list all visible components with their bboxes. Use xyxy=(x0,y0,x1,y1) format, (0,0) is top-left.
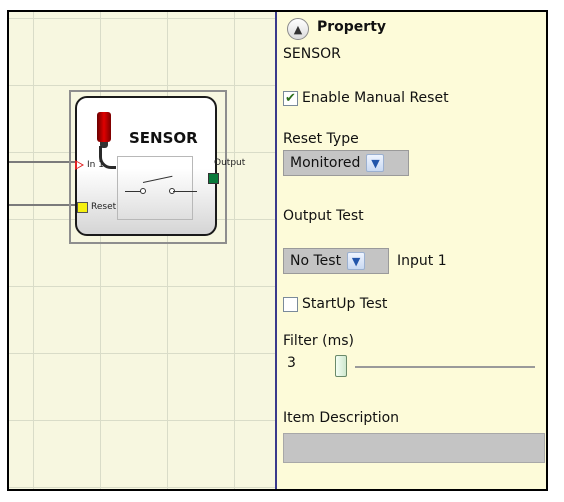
reset-type-label: Reset Type xyxy=(283,131,359,147)
startup-test-row[interactable]: StartUp Test xyxy=(283,296,387,312)
filter-label: Filter (ms) xyxy=(283,333,354,349)
checkmark-icon: ✔ xyxy=(285,90,296,106)
switch-line-right xyxy=(173,191,197,192)
switch-contact-left xyxy=(140,188,146,194)
switch-symbol-box xyxy=(117,156,193,220)
output-test-value: No Test xyxy=(290,253,342,269)
reset-type-value: Monitored xyxy=(290,155,361,171)
output-port[interactable] xyxy=(208,173,219,184)
block-title: SENSOR xyxy=(129,129,198,147)
enable-manual-reset-checkbox[interactable]: ✔ xyxy=(283,90,298,106)
reset-port[interactable] xyxy=(77,202,88,213)
switch-line-left xyxy=(125,191,141,192)
filter-value: 3 xyxy=(287,355,296,371)
reset-type-dropdown[interactable]: Monitored ▼ xyxy=(283,150,409,176)
enable-manual-reset-row[interactable]: ✔ Enable Manual Reset xyxy=(283,90,449,106)
panel-title: Property xyxy=(317,19,387,35)
chevron-up-icon: ▲ xyxy=(293,22,303,36)
component-name: SENSOR xyxy=(283,46,341,62)
sensor-icon xyxy=(97,112,111,148)
item-description-label: Item Description xyxy=(283,410,400,426)
chevron-down-icon[interactable]: ▼ xyxy=(366,154,385,172)
filter-slider-track[interactable] xyxy=(355,366,535,368)
app-window: SENSOR In 1 Reset Output ▲ Property SENS… xyxy=(7,10,548,491)
output-test-input-label: Input 1 xyxy=(397,253,447,269)
chevron-down-icon[interactable]: ▼ xyxy=(347,252,366,270)
input-wire[interactable] xyxy=(9,161,75,163)
output-port-label: Output xyxy=(214,158,246,168)
sensor-block[interactable]: SENSOR In 1 Reset Output xyxy=(75,96,245,236)
item-description-field[interactable] xyxy=(283,433,545,463)
output-test-dropdown[interactable]: No Test ▼ xyxy=(283,248,389,274)
property-panel: ▲ Property SENSOR ✔ Enable Manual Reset … xyxy=(277,12,546,489)
reset-wire[interactable] xyxy=(9,204,75,206)
startup-test-label: StartUp Test xyxy=(302,296,388,312)
filter-slider-thumb[interactable] xyxy=(335,355,347,377)
input-port-arrow-icon[interactable] xyxy=(75,160,84,170)
diagram-canvas[interactable]: SENSOR In 1 Reset Output xyxy=(9,12,275,489)
input-port-label: In 1 xyxy=(87,160,104,170)
startup-test-checkbox[interactable] xyxy=(283,296,298,312)
reset-port-label: Reset xyxy=(91,202,117,212)
output-test-label: Output Test xyxy=(283,208,364,224)
collapse-button[interactable]: ▲ xyxy=(287,18,309,40)
enable-manual-reset-label: Enable Manual Reset xyxy=(302,90,449,106)
